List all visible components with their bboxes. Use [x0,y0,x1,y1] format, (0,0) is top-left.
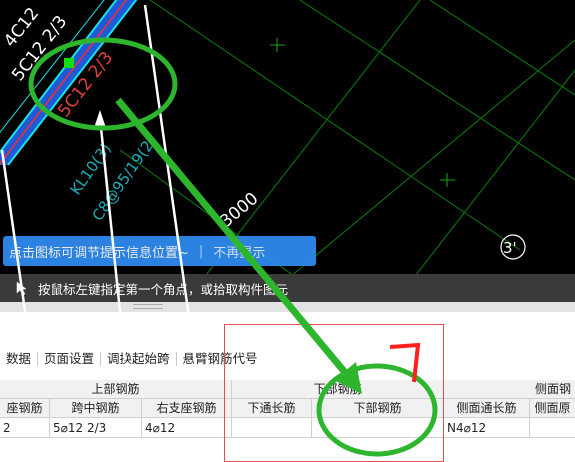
grip-point[interactable] [64,58,74,68]
toolbar-cantilever-code[interactable]: 悬臂钢筋代号 [177,348,264,370]
cell-side-through[interactable]: N4⌀12 [444,418,530,438]
cell-bottom-through[interactable] [232,418,312,438]
grid-line [429,0,575,96]
cell-midspan[interactable]: 5⌀12 2/3 [50,418,142,438]
col-header-right-support[interactable]: 右支座钢筋 [142,399,232,418]
rebar-table-panel: 数据 页面设置 调换起始跨 悬臂钢筋代号 上部钢筋 下部钢筋 侧面钢 座钢筋 跨… [0,312,575,462]
cursor-icon [14,279,32,297]
toolbar-data[interactable]: 数据 [0,348,37,370]
col-header-left-support[interactable]: 座钢筋 [0,399,50,418]
splitter-grip[interactable] [133,304,163,309]
status-message: 按鼠标左键指定第一个角点，或拾取构件图元 [38,281,289,297]
col-header-side-original[interactable]: 侧面原 [530,399,575,418]
panel-splitter[interactable] [0,302,575,312]
col-header-midspan[interactable]: 跨中钢筋 [50,399,142,418]
group-header-side-rebar: 侧面钢 [534,382,571,396]
grid-group-header-row: 上部钢筋 下部钢筋 侧面钢 [0,380,575,399]
group-header-top-rebar: 上部钢筋 [0,380,232,399]
grid-line [299,0,575,181]
cell-right-support[interactable]: 4⌀12 [142,418,232,438]
dimension-label: 3000 [216,189,262,232]
rebar-grid: 上部钢筋 下部钢筋 侧面钢 座钢筋 跨中钢筋 右支座钢筋 下通长筋 下部钢筋 侧… [0,380,575,462]
col-header-bottom-rebar[interactable]: 下部钢筋 [312,399,444,418]
cell-bottom-rebar[interactable] [312,418,444,438]
group-header-bottom-rebar: 下部钢筋 [232,380,444,399]
grid-line [394,69,575,302]
col-header-bottom-through[interactable]: 下通长筋 [232,399,312,418]
table-row: 2 5⌀12 2/3 4⌀12 N4⌀12 [0,418,575,438]
axis-marker-label: 3' [503,239,517,257]
cell-side-original[interactable] [530,418,575,438]
hint-separator: | [198,243,204,259]
cell-left-support[interactable]: 2 [0,418,50,438]
hint-text[interactable]: 点击图标可调节提示信息位置~ [9,242,189,261]
command-status-bar: 按鼠标左键指定第一个角点，或拾取构件图元 [0,274,575,302]
dont-show-again-link[interactable]: 不再提示 [213,242,265,261]
toolbar-swap-start-span[interactable]: 调换起始跨 [101,348,176,370]
panel-toolbar: 数据 页面设置 调换起始跨 悬臂钢筋代号 [0,348,264,370]
col-header-side-through[interactable]: 侧面通长筋 [444,399,530,418]
toolbar-page-setup[interactable]: 页面设置 [38,348,100,370]
grid-header-row: 座钢筋 跨中钢筋 右支座钢筋 下通长筋 下部钢筋 侧面通长筋 侧面原 [0,399,575,418]
hint-banner[interactable]: 点击图标可调节提示信息位置~ | 不再提示 [3,236,316,266]
